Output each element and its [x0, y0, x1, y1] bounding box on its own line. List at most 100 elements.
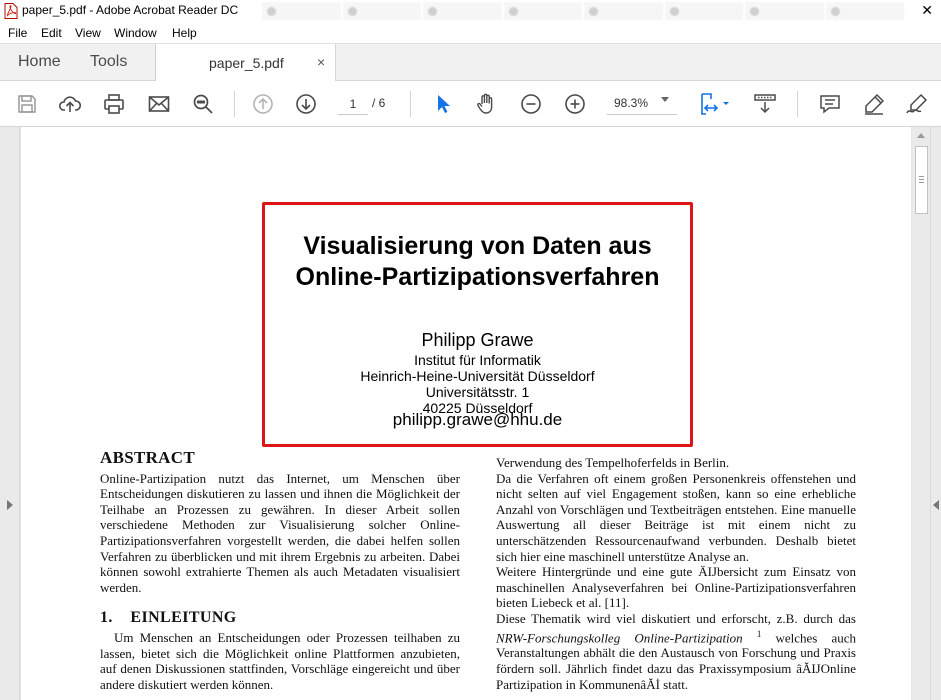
tab-favicon-icon [347, 6, 357, 16]
background-tab [584, 2, 663, 20]
toolbar-separator [410, 91, 411, 117]
paragraph-text: Diese Thematik wird viel diskutiert und … [496, 610, 856, 626]
left-panel-strip [0, 127, 20, 700]
paragraph-italic-text: NRW-Forschungskolleg Online-Partizipatio… [496, 629, 743, 645]
section-1-heading: 1. EINLEITUNG [100, 609, 237, 627]
window-title: paper_5.pdf - Adobe Acrobat Reader DC [22, 3, 239, 17]
paper-author: Philipp Grawe [421, 330, 534, 350]
affiliation-line: Universitätsstr. 1 [425, 384, 530, 400]
background-browser-tabs [262, 2, 906, 20]
right-panel-strip [930, 127, 941, 700]
find-button[interactable] [190, 91, 216, 117]
background-tab [342, 2, 421, 20]
page-total: / 6 [372, 96, 386, 110]
zoom-in-button[interactable] [562, 91, 588, 117]
window-close-icon[interactable]: ✕ [921, 2, 933, 19]
background-tab [664, 2, 743, 20]
tab-document-label: paper_5.pdf [209, 55, 284, 71]
comment-icon [820, 95, 840, 114]
tab-favicon-icon [669, 6, 679, 16]
save-button[interactable] [14, 91, 40, 117]
menu-view[interactable]: View [75, 26, 101, 40]
paragraph: Diese Thematik wird viel diskutiert und … [496, 611, 856, 692]
title-highlight-box: Visualisierung von Daten aus Online-Part… [262, 202, 693, 447]
select-tool-button[interactable] [430, 91, 456, 117]
background-tab [262, 2, 341, 20]
tab-favicon-icon [589, 6, 598, 16]
tab-close-icon[interactable]: × [317, 54, 325, 70]
toolbar-separator [234, 91, 235, 117]
zoom-in-icon [565, 94, 585, 114]
document-viewport: Visualisierung von Daten aus Online-Part… [0, 127, 941, 700]
select-cursor-icon [438, 95, 450, 113]
find-icon [193, 94, 213, 114]
print-icon [104, 94, 124, 114]
pdf-page: Visualisierung von Daten aus Online-Part… [21, 127, 911, 700]
highlight-icon [865, 93, 885, 115]
zoom-level-select[interactable]: 98.3% [607, 93, 677, 115]
tab-favicon-icon [508, 6, 518, 16]
hand-icon [477, 93, 493, 114]
zoom-out-icon [521, 94, 541, 114]
paragraph: Weitere Hintergründe und eine gute ÄIJbe… [496, 564, 856, 611]
right-text-column: Verwendung des Tempelhoferfelds in Berli… [496, 455, 856, 692]
print-button[interactable] [101, 91, 127, 117]
toolbar-separator [797, 91, 798, 117]
upload-icon [58, 96, 82, 112]
sign-button[interactable] [904, 91, 930, 117]
section-1-text: Um Menschen an Entscheidungen oder Proze… [100, 629, 460, 692]
menu-bar: File Edit View Window Help [0, 22, 941, 44]
page-fit-icon [701, 93, 729, 115]
menu-file[interactable]: File [8, 26, 27, 40]
zoom-level-value: 98.3% [614, 96, 649, 110]
affiliation-line: Institut für Informatik [414, 352, 541, 368]
sign-icon [906, 93, 928, 114]
email-icon [148, 96, 170, 112]
app-tab-bar: Home Tools paper_5.pdf × [0, 44, 941, 82]
previous-page-button[interactable] [250, 91, 276, 117]
page-down-icon [296, 94, 316, 114]
next-page-button[interactable] [293, 91, 319, 117]
zoom-out-button[interactable] [518, 91, 544, 117]
tab-favicon-icon [750, 6, 759, 16]
paper-title-line-2: Online-Partizipationsverfahren [295, 263, 660, 291]
tab-tools[interactable]: Tools [90, 53, 127, 71]
left-text-column: ABSTRACT Online-Partizipation nutzt das … [100, 448, 460, 692]
scroll-mode-button[interactable] [752, 91, 778, 117]
paper-email: philipp.grawe@hhu.de [392, 410, 563, 429]
affiliation-line: Heinrich-Heine-Universität Düsseldorf [360, 368, 595, 384]
tab-document[interactable]: paper_5.pdf × [156, 44, 336, 82]
window-title-bar: paper_5.pdf - Adobe Acrobat Reader DC ✕ [0, 0, 941, 22]
background-tab [825, 2, 904, 20]
paper-title-line-1: Visualisierung von Daten aus [303, 232, 652, 260]
highlight-button[interactable] [861, 91, 887, 117]
menu-help[interactable]: Help [172, 26, 197, 40]
page-up-icon [253, 94, 273, 114]
background-tab [503, 2, 582, 20]
background-tab [745, 2, 824, 20]
scroll-mode-icon [754, 94, 776, 114]
email-button[interactable] [146, 91, 172, 117]
expand-right-panel-icon[interactable] [933, 500, 939, 510]
hand-tool-button[interactable] [473, 91, 499, 117]
page-fit-button[interactable] [697, 91, 733, 117]
page-number-input[interactable] [338, 93, 368, 115]
comment-button[interactable] [817, 91, 843, 117]
tab-favicon-icon [428, 6, 437, 16]
abstract-heading: ABSTRACT [100, 448, 195, 467]
vertical-scrollbar[interactable] [912, 127, 930, 700]
tab-favicon-icon [830, 6, 840, 16]
pdf-file-icon [4, 3, 18, 19]
menu-edit[interactable]: Edit [41, 26, 62, 40]
scroll-up-icon[interactable] [917, 133, 925, 138]
menu-window[interactable]: Window [114, 26, 157, 40]
toolbar: / 6 98.3% [0, 81, 941, 127]
tab-home[interactable]: Home [18, 53, 61, 71]
expand-left-panel-icon[interactable] [7, 500, 13, 510]
upload-button[interactable] [57, 91, 83, 117]
tab-favicon-icon [267, 6, 276, 16]
scrollbar-thumb[interactable] [915, 146, 928, 214]
chevron-down-icon [661, 97, 669, 102]
abstract-text: Online-Partizipation nutzt das Internet,… [100, 470, 460, 595]
background-tab [423, 2, 502, 20]
